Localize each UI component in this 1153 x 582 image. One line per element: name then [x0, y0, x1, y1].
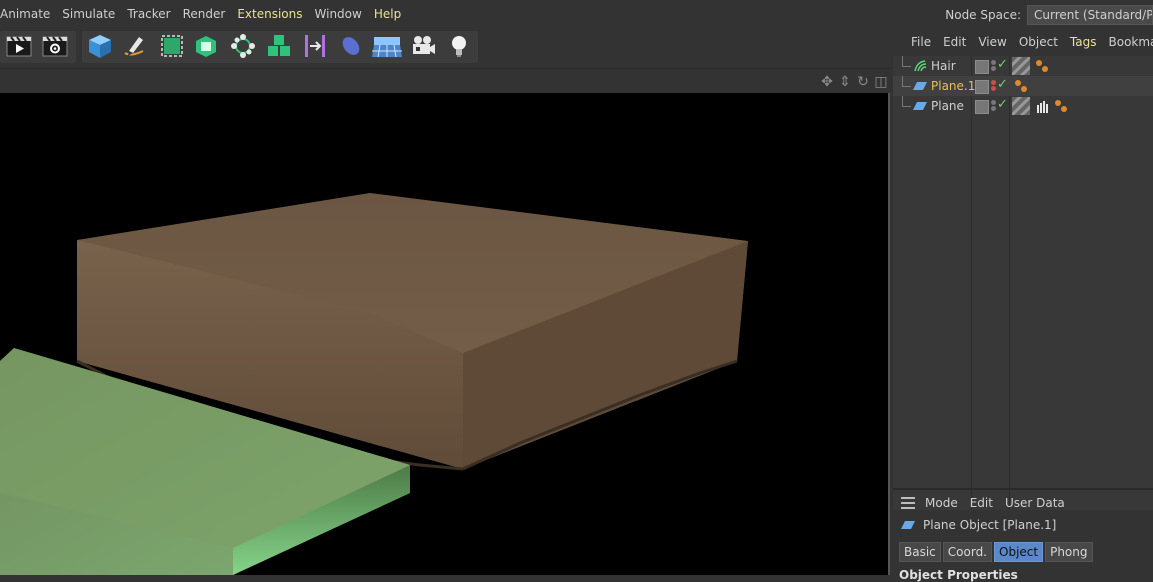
tab-object[interactable]: Object	[994, 542, 1043, 562]
attributes-tabs: Basic Coord. Object Phong	[899, 542, 1095, 562]
light-icon	[444, 31, 474, 61]
object-name: Hair	[931, 59, 956, 73]
object-manager-menubar: File Edit View Object Tags Bookmarks	[893, 28, 1153, 56]
extrude-icon	[191, 31, 221, 61]
cube-button[interactable]	[85, 31, 115, 61]
node-space-dropdown[interactable]: Current (Standard/Physical)	[1027, 5, 1153, 25]
om-menu-bookmarks[interactable]: Bookmarks	[1109, 35, 1153, 49]
object-row-plane[interactable]: Plane ✓	[893, 96, 1153, 116]
attr-menu-user-data[interactable]: User Data	[1005, 496, 1065, 510]
viewport-render	[0, 93, 888, 575]
layout-icon[interactable]: ◫	[872, 73, 890, 91]
floor-icon	[372, 31, 402, 61]
attributes-title: Plane Object [Plane.1]	[899, 518, 1056, 532]
enabled-check-icon[interactable]: ✓	[997, 57, 1008, 72]
touch-tag-icon[interactable]	[1033, 97, 1051, 115]
subdivision-button[interactable]	[157, 31, 187, 61]
pen-button[interactable]	[119, 31, 149, 61]
render-settings-icon	[40, 31, 70, 61]
camera-button[interactable]	[408, 31, 438, 61]
enabled-check-icon[interactable]: ✓	[997, 97, 1008, 112]
render-view-button[interactable]	[4, 31, 34, 61]
plane-icon	[913, 80, 927, 92]
object-manager-list: Hair ✓ Plane.1 ✓	[893, 56, 1153, 510]
layer-icon[interactable]	[975, 100, 989, 114]
right-panel: File Edit View Object Tags Bookmarks Hai…	[893, 28, 1153, 575]
mograph-cloner-icon	[228, 31, 258, 61]
field-icon	[336, 31, 366, 61]
om-menu-edit[interactable]: Edit	[943, 35, 966, 49]
hair-material-tag-icon[interactable]	[1033, 57, 1051, 75]
camera-icon	[408, 31, 438, 61]
menu-animate[interactable]: Animate	[0, 7, 50, 21]
om-menu-tags[interactable]: Tags	[1070, 35, 1097, 49]
rotate-icon[interactable]: ↻	[854, 73, 872, 91]
material-tag-icon[interactable]	[1012, 97, 1030, 115]
tab-phong[interactable]: Phong	[1045, 542, 1092, 562]
hair-material-tag-icon[interactable]	[1052, 97, 1070, 115]
render-settings-button[interactable]	[40, 31, 70, 61]
node-space-label: Node Space:	[945, 8, 1021, 22]
tab-coord[interactable]: Coord.	[943, 542, 992, 562]
hair-material-tag-icon[interactable]	[1012, 77, 1030, 95]
menu-window[interactable]: Window	[315, 7, 362, 21]
attributes-menubar: Mode Edit User Data	[893, 488, 1153, 516]
menu-help[interactable]: Help	[374, 7, 401, 21]
layer-icon[interactable]	[975, 60, 989, 74]
cloner-button[interactable]	[228, 31, 258, 61]
attr-menu-mode[interactable]: Mode	[925, 496, 958, 510]
light-button[interactable]	[444, 31, 474, 61]
tab-basic[interactable]: Basic	[899, 542, 941, 562]
3d-viewport[interactable]	[0, 93, 890, 575]
om-menu-file[interactable]: File	[911, 35, 931, 49]
main-toolbar	[0, 28, 890, 68]
cube-icon	[85, 31, 115, 61]
render-view-icon	[4, 31, 34, 61]
attr-menu-edit[interactable]: Edit	[970, 496, 993, 510]
hair-icon	[913, 60, 927, 72]
om-menu-object[interactable]: Object	[1019, 35, 1058, 49]
zoom-icon[interactable]: ⇕	[836, 73, 854, 91]
floor-button[interactable]	[372, 31, 402, 61]
deformer-button[interactable]	[300, 31, 330, 61]
viewport-nav-icons: ✥ ⇕ ↻ ◫	[818, 73, 890, 91]
object-row-hair[interactable]: Hair ✓	[893, 56, 1153, 76]
object-row-plane-1[interactable]: Plane.1 ✓	[893, 76, 1153, 96]
enabled-check-icon[interactable]: ✓	[997, 77, 1008, 92]
extrude-button[interactable]	[191, 31, 221, 61]
object-properties-heading: Object Properties	[899, 568, 1018, 582]
menu-simulate[interactable]: Simulate	[62, 7, 115, 21]
deformer-icon	[300, 31, 330, 61]
hamburger-icon[interactable]	[901, 497, 915, 509]
field-button[interactable]	[336, 31, 366, 61]
viewport-header: ✥ ⇕ ↻ ◫	[0, 68, 890, 93]
node-space-selector: Node Space: Current (Standard/Physical)	[945, 5, 1153, 25]
plane-icon	[913, 100, 927, 112]
move-icon[interactable]: ✥	[818, 73, 836, 91]
volume-button[interactable]	[264, 31, 294, 61]
menu-render[interactable]: Render	[183, 7, 226, 21]
main-menubar: Animate Simulate Tracker Render Extensio…	[0, 0, 1153, 28]
volume-icon	[264, 31, 294, 61]
material-tag-icon[interactable]	[1012, 57, 1030, 75]
menu-tracker[interactable]: Tracker	[127, 7, 170, 21]
om-menu-view[interactable]: View	[978, 35, 1006, 49]
object-name: Plane.1	[931, 79, 975, 93]
attributes-object-name: Plane Object [Plane.1]	[923, 518, 1056, 532]
layer-icon[interactable]	[975, 80, 989, 94]
pen-icon	[119, 31, 149, 61]
subdivision-icon	[157, 31, 187, 61]
menu-extensions[interactable]: Extensions	[237, 7, 302, 21]
plane-icon	[899, 519, 917, 531]
object-name: Plane	[931, 99, 964, 113]
